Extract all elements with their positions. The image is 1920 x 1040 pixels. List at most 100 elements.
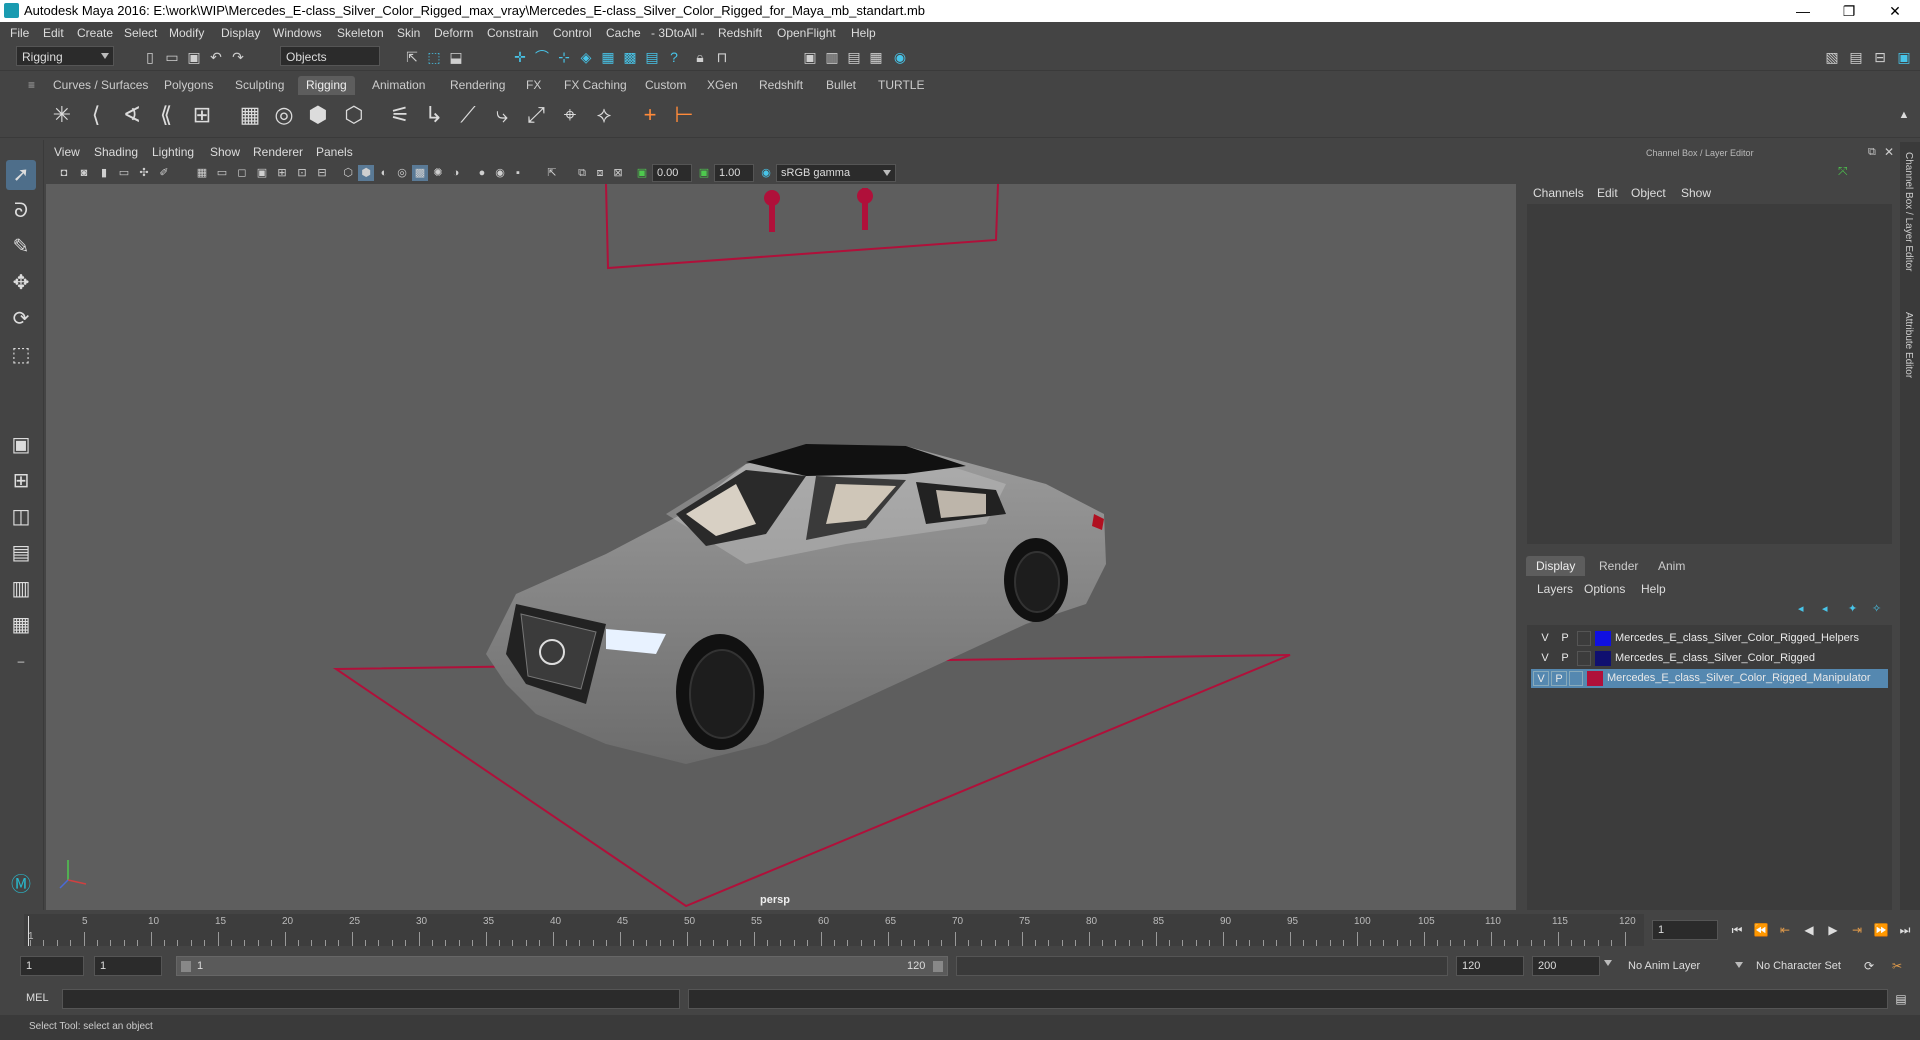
single-pane-layout-icon[interactable]: ▣ bbox=[6, 430, 36, 460]
range-slider-bar[interactable]: 1 120 bbox=[176, 956, 948, 976]
playback-start-field[interactable]: 1 bbox=[94, 956, 162, 976]
orient-constraint-icon[interactable]: ↳ bbox=[420, 100, 448, 130]
gamma-field[interactable]: 1.00 bbox=[714, 164, 754, 182]
mel-label[interactable]: MEL bbox=[26, 992, 49, 1004]
menu-3dtoall[interactable]: - 3DtoAll - bbox=[651, 26, 704, 40]
wireframe-on-shaded-icon[interactable]: ◐ bbox=[376, 165, 392, 181]
grease-pencil-icon[interactable]: ✐ bbox=[156, 165, 172, 181]
close-panel-icon[interactable]: ✕ bbox=[1884, 145, 1894, 159]
layer-menu-help[interactable]: Help bbox=[1641, 582, 1666, 596]
new-scene-icon[interactable]: ▯ bbox=[140, 47, 160, 67]
auto-key-icon[interactable]: ⟳ bbox=[1860, 957, 1878, 975]
layout-more-icon[interactable]: – bbox=[6, 646, 36, 676]
magnet-icon[interactable]: ⊓ bbox=[712, 47, 732, 67]
hud-icon[interactable]: ⊠ bbox=[610, 165, 626, 181]
field-chart-icon[interactable]: ⊞ bbox=[274, 165, 290, 181]
pole-vector-icon[interactable]: ⌖ bbox=[556, 100, 584, 130]
cb-menu-object[interactable]: Object bbox=[1631, 186, 1666, 200]
menuset-dropdown[interactable]: Rigging bbox=[16, 46, 114, 66]
xray-joints-icon[interactable]: ⧉ bbox=[574, 165, 590, 181]
side-tab-attribute-editor[interactable]: Attribute Editor bbox=[1903, 312, 1914, 378]
menu-skeleton[interactable]: Skeleton bbox=[337, 26, 384, 40]
layer-row-manipulator[interactable]: V P Mercedes_E_class_Silver_Color_Rigged… bbox=[1531, 669, 1888, 688]
cb-menu-show[interactable]: Show bbox=[1681, 186, 1711, 200]
lock-icon[interactable]: 🔒︎ bbox=[690, 47, 710, 67]
toggle-channel-box-icon[interactable]: ▣ bbox=[1894, 47, 1914, 67]
minimize-button[interactable]: — bbox=[1780, 0, 1826, 22]
graph-layout-icon[interactable]: ▥ bbox=[6, 574, 36, 604]
snap-grid-icon[interactable]: ✛ bbox=[510, 47, 530, 67]
menu-deform[interactable]: Deform bbox=[434, 26, 473, 40]
shelf-tab-rigging[interactable]: Rigging bbox=[298, 76, 355, 95]
restore-button[interactable]: ❐ bbox=[1826, 0, 1872, 22]
layer-display-type[interactable] bbox=[1577, 651, 1591, 666]
joint-tool-icon[interactable]: ✳ bbox=[48, 100, 76, 130]
outliner-layout-icon[interactable]: ▤ bbox=[6, 538, 36, 568]
aim-constraint-icon[interactable]: ⟋ bbox=[454, 100, 482, 130]
layer-color-swatch[interactable] bbox=[1587, 671, 1603, 686]
step-forward-frame-icon[interactable]: ⏩ bbox=[1872, 921, 1890, 939]
shelf-tab-animation[interactable]: Animation bbox=[364, 76, 433, 95]
cb-menu-edit[interactable]: Edit bbox=[1597, 186, 1618, 200]
color-management-icon[interactable]: ◉ bbox=[758, 165, 774, 181]
shelf-tab-fx[interactable]: FX bbox=[518, 76, 549, 95]
layer-display-type[interactable] bbox=[1577, 631, 1591, 646]
snap-curve-icon[interactable]: ⌒ bbox=[532, 47, 552, 67]
playback-end-field[interactable]: 120 bbox=[1456, 956, 1524, 976]
layer-display-type[interactable] bbox=[1569, 671, 1583, 686]
use-lights-icon[interactable]: ✺ bbox=[430, 165, 446, 181]
menu-windows[interactable]: Windows bbox=[273, 26, 322, 40]
layer-tab-render[interactable]: Render bbox=[1589, 556, 1648, 576]
go-to-start-icon[interactable]: ⏮ bbox=[1728, 921, 1746, 939]
open-scene-icon[interactable]: ▭ bbox=[162, 47, 182, 67]
lasso-tool-icon[interactable]: ᘐ bbox=[6, 196, 36, 226]
step-forward-key-icon[interactable]: ⇥ bbox=[1848, 921, 1866, 939]
bookmark-icon[interactable]: ▮ bbox=[96, 165, 112, 181]
shelf-tab-sculpting[interactable]: Sculpting bbox=[227, 76, 292, 95]
wire-deformer-icon[interactable]: ⬡ bbox=[340, 100, 368, 130]
toggle-panel-icon[interactable]: ⊟ bbox=[1870, 47, 1890, 67]
new-empty-layer-icon[interactable]: ✦ bbox=[1848, 602, 1857, 615]
menu-constrain[interactable]: Constrain bbox=[487, 26, 538, 40]
menu-help[interactable]: Help bbox=[851, 26, 876, 40]
select-tool-icon[interactable]: ➚ bbox=[6, 160, 36, 190]
scale-constraint-icon[interactable]: ⤢ bbox=[522, 100, 550, 130]
shelf-tab-turtle[interactable]: TURTLE bbox=[870, 76, 932, 95]
wireframe-icon[interactable]: ⬡ bbox=[340, 165, 356, 181]
panel-menu-panels[interactable]: Panels bbox=[316, 145, 353, 159]
scale-tool-icon[interactable]: ⬚ bbox=[6, 340, 36, 370]
menu-cache[interactable]: Cache bbox=[606, 26, 641, 40]
cb-menu-channels[interactable]: Channels bbox=[1533, 186, 1584, 200]
gate-mask-icon[interactable]: ▣ bbox=[254, 165, 270, 181]
layer-menu-layers[interactable]: Layers bbox=[1537, 582, 1573, 596]
panel-menu-renderer[interactable]: Renderer bbox=[253, 145, 303, 159]
xray-icon[interactable]: ◎ bbox=[394, 165, 410, 181]
layer-visibility-toggle[interactable]: V bbox=[1533, 671, 1549, 686]
shelf-tab-fx-caching[interactable]: FX Caching bbox=[556, 76, 635, 95]
point-constraint-icon[interactable]: ⚟ bbox=[386, 100, 414, 130]
two-pane-layout-icon[interactable]: ◫ bbox=[6, 502, 36, 532]
workspace-layout-icon[interactable]: ▤ bbox=[1846, 47, 1866, 67]
animation-start-field[interactable]: 1 bbox=[20, 956, 84, 976]
snap-live-icon[interactable]: ▩ bbox=[620, 47, 640, 67]
film-gate-icon[interactable]: ▭ bbox=[214, 165, 230, 181]
undo-icon[interactable]: ↶ bbox=[206, 47, 226, 67]
animation-end-field[interactable]: 200 bbox=[1532, 956, 1600, 976]
paint-select-tool-icon[interactable]: ✎ bbox=[6, 232, 36, 262]
safe-title-icon[interactable]: ⊟ bbox=[314, 165, 330, 181]
manipulator-knob-left[interactable] bbox=[764, 190, 780, 206]
workspace-modeling-icon[interactable]: ▧ bbox=[1822, 47, 1842, 67]
exposure-icon[interactable]: ▣ bbox=[634, 165, 650, 181]
wrap-deformer-icon[interactable]: ⬢ bbox=[304, 100, 332, 130]
close-button[interactable]: ✕ bbox=[1872, 0, 1918, 22]
two-d-pan-icon[interactable]: ✣ bbox=[136, 165, 152, 181]
step-back-frame-icon[interactable]: ⏪ bbox=[1752, 921, 1770, 939]
shelf-tab-rendering[interactable]: Rendering bbox=[442, 76, 513, 95]
layer-playback-toggle[interactable]: P bbox=[1557, 631, 1573, 646]
panel-menu-show[interactable]: Show bbox=[210, 145, 240, 159]
move-tool-icon[interactable]: ✥ bbox=[6, 268, 36, 298]
save-scene-icon[interactable]: ▣ bbox=[184, 47, 204, 67]
chevron-down-icon[interactable] bbox=[1604, 960, 1612, 966]
shelf-tab-polygons[interactable]: Polygons bbox=[156, 76, 221, 95]
menu-openflight[interactable]: OpenFlight bbox=[777, 26, 836, 40]
